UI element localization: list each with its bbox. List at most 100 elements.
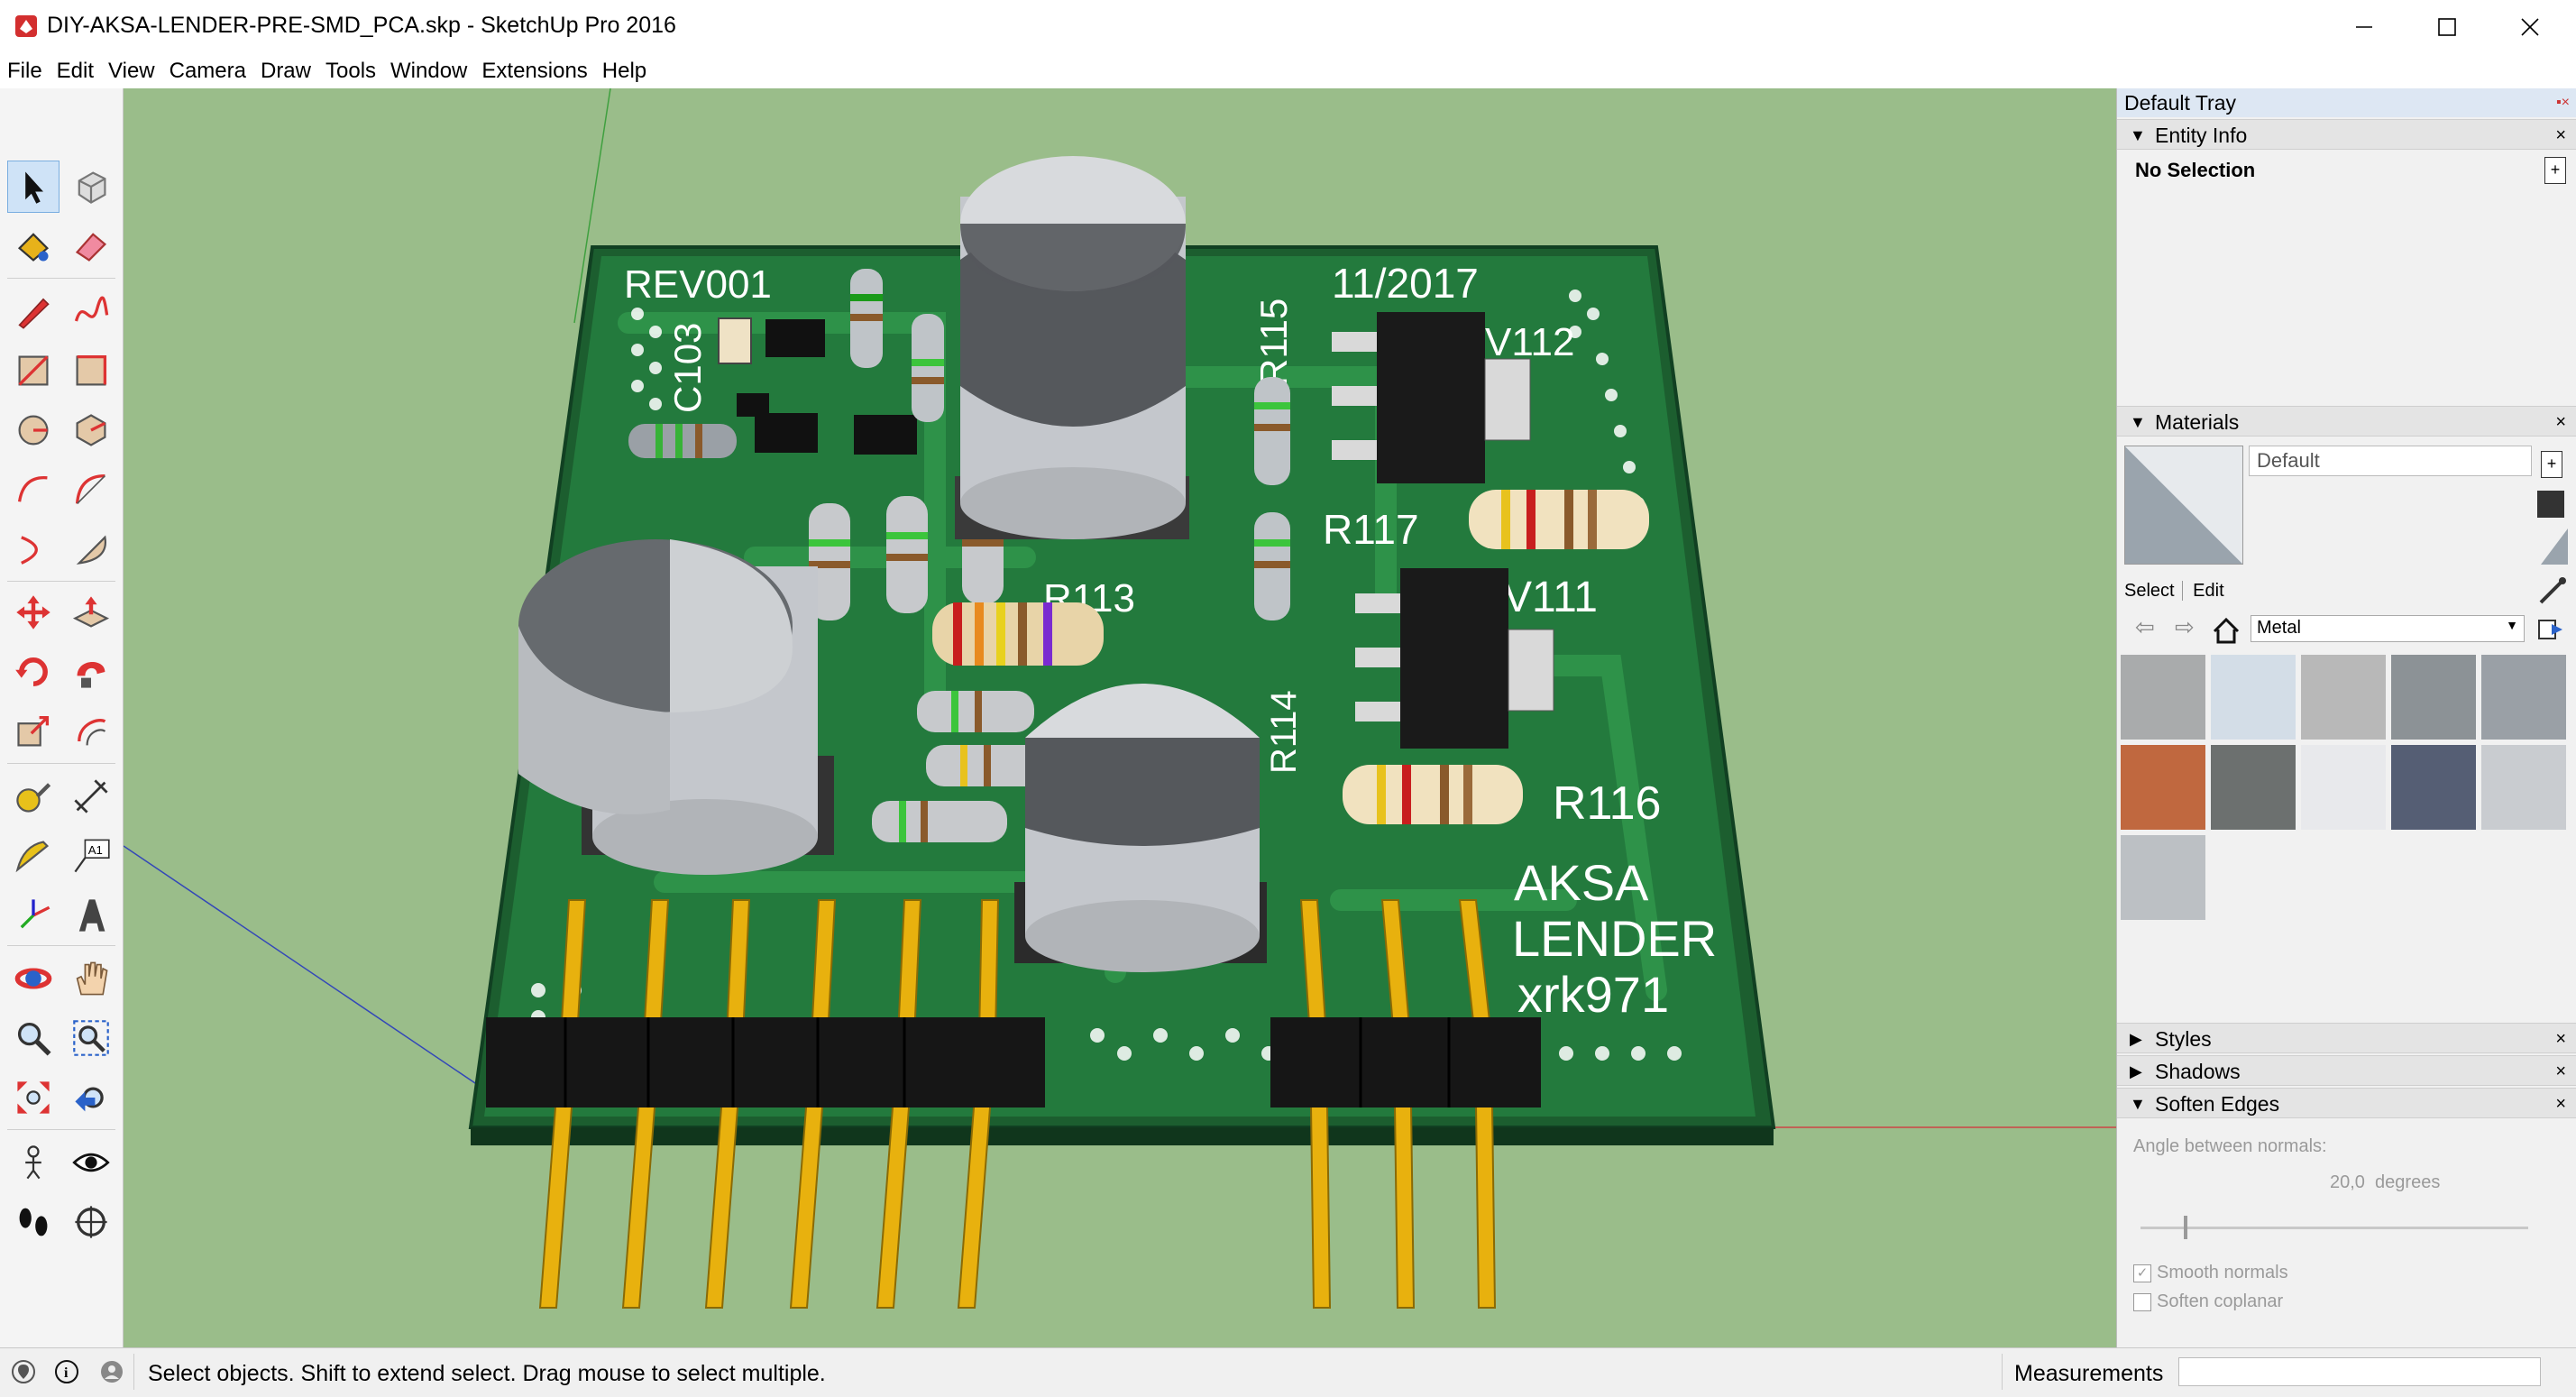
panel-close-icon[interactable]: ×: [2555, 1089, 2566, 1119]
move-button[interactable]: [7, 586, 60, 639]
menu-camera[interactable]: Camera: [162, 54, 253, 88]
soften-edges-header[interactable]: ▼ Soften Edges ×: [2117, 1088, 2576, 1118]
zoom-button[interactable]: [7, 1012, 60, 1064]
material-swatch[interactable]: [2391, 745, 2476, 830]
dimension-button[interactable]: [65, 770, 117, 823]
material-swatch[interactable]: [2301, 745, 2386, 830]
material-swatch[interactable]: [2211, 655, 2296, 740]
3d-text-button[interactable]: [65, 889, 117, 942]
material-swatch[interactable]: [2121, 655, 2205, 740]
panel-close-icon[interactable]: ×: [2555, 407, 2566, 437]
paint-bucket-button[interactable]: [7, 220, 60, 272]
panel-close-icon[interactable]: ×: [2555, 120, 2566, 151]
panel-close-icon[interactable]: ×: [2555, 1056, 2566, 1087]
material-swatch[interactable]: [2301, 655, 2386, 740]
two-point-arc-button[interactable]: [65, 464, 117, 516]
offset-button[interactable]: [65, 705, 117, 758]
menu-help[interactable]: Help: [595, 54, 654, 88]
protractor-button[interactable]: [7, 830, 60, 882]
three-point-arc-button[interactable]: [7, 523, 60, 575]
follow-me-button[interactable]: [65, 646, 117, 698]
close-icon: [2521, 18, 2539, 36]
forward-arrow-icon[interactable]: ⇨: [2175, 613, 2195, 641]
minimize-button[interactable]: [2323, 0, 2406, 54]
create-material-icon[interactable]: +: [2541, 451, 2562, 478]
back-arrow-icon[interactable]: ⇦: [2135, 613, 2155, 641]
menu-tools[interactable]: Tools: [318, 54, 383, 88]
axes-button[interactable]: [7, 889, 60, 942]
material-swatch[interactable]: [2121, 745, 2205, 830]
smooth-normals-checkbox[interactable]: ✓: [2133, 1264, 2151, 1282]
material-library-dropdown[interactable]: Metal ▼: [2251, 615, 2525, 642]
details-arrow-icon[interactable]: [2537, 617, 2564, 642]
position-camera-button[interactable]: [7, 1136, 60, 1189]
angle-slider-track[interactable]: [2141, 1216, 2528, 1239]
credits-icon[interactable]: i: [54, 1359, 79, 1384]
tape-measure-button[interactable]: [7, 770, 60, 823]
circle-icon: [18, 415, 49, 446]
scale-button[interactable]: [7, 705, 60, 758]
default-paint-triangle-icon[interactable]: [2541, 528, 2568, 565]
zoom-extents-button[interactable]: [7, 1071, 60, 1124]
geo-location-icon[interactable]: [11, 1359, 36, 1384]
materials-header[interactable]: ▼ Materials ×: [2117, 406, 2576, 437]
menu-edit[interactable]: Edit: [50, 54, 101, 88]
panel-close-icon[interactable]: ×: [2555, 1024, 2566, 1054]
section-plane-button[interactable]: [65, 1196, 117, 1248]
eraser-button[interactable]: [65, 220, 117, 272]
select-tool-button[interactable]: [7, 161, 60, 213]
material-swatch[interactable]: [2391, 655, 2476, 740]
look-around-button[interactable]: [65, 1136, 117, 1189]
sample-paint-eyedropper-icon[interactable]: [2537, 575, 2568, 606]
material-swatch[interactable]: [2481, 745, 2566, 830]
freehand-button[interactable]: [65, 285, 117, 337]
user-icon[interactable]: [99, 1359, 124, 1384]
tab-edit[interactable]: Edit: [2187, 581, 2223, 601]
paint-cube-icon[interactable]: [2537, 491, 2564, 518]
rotated-rectangle-button[interactable]: [65, 345, 117, 397]
materials-tabs: Select Edit: [2124, 581, 2224, 606]
menu-draw[interactable]: Draw: [253, 54, 318, 88]
material-swatch[interactable]: [2211, 745, 2296, 830]
menu-view[interactable]: View: [101, 54, 162, 88]
entity-info-header[interactable]: ▼ Entity Info ×: [2117, 119, 2576, 150]
polygon-button[interactable]: [65, 404, 117, 456]
line-button[interactable]: [7, 285, 60, 337]
circle-button[interactable]: [7, 404, 60, 456]
model-viewport[interactable]: REV001 11/2017 C103 R115 V112 R117 R113 …: [124, 88, 2116, 1347]
material-swatch[interactable]: [2121, 835, 2205, 920]
push-pull-button[interactable]: [65, 586, 117, 639]
rectangle-button[interactable]: [7, 345, 60, 397]
zoom-window-button[interactable]: [65, 1012, 117, 1064]
measurements-input[interactable]: [2178, 1357, 2541, 1386]
styles-title: Styles: [2155, 1027, 2212, 1051]
home-icon[interactable]: [2213, 617, 2240, 644]
menu-extensions[interactable]: Extensions: [474, 54, 594, 88]
previous-view-button[interactable]: [65, 1071, 117, 1124]
pan-button[interactable]: [65, 952, 117, 1005]
orbit-button[interactable]: [7, 952, 60, 1005]
shadows-header[interactable]: ▶ Shadows ×: [2117, 1055, 2576, 1086]
sketchup-app-icon[interactable]: [14, 14, 38, 38]
tray-pin-close-icon[interactable]: ▪×: [2556, 88, 2570, 117]
arc-button[interactable]: [7, 464, 60, 516]
close-button[interactable]: [2489, 0, 2571, 54]
menu-file[interactable]: File: [0, 54, 50, 88]
menu-window[interactable]: Window: [383, 54, 474, 88]
angle-slider-thumb[interactable]: [2183, 1216, 2187, 1239]
material-swatch[interactable]: [2481, 655, 2566, 740]
tab-select[interactable]: Select: [2124, 581, 2183, 601]
text-button[interactable]: A1: [65, 830, 117, 882]
maximize-button[interactable]: [2406, 0, 2489, 54]
tray-header: Default Tray ▪×: [2117, 88, 2576, 117]
styles-header[interactable]: ▶ Styles ×: [2117, 1023, 2576, 1053]
walk-button[interactable]: [7, 1196, 60, 1248]
soften-coplanar-checkbox[interactable]: [2133, 1293, 2151, 1311]
material-name-field[interactable]: [2249, 446, 2532, 476]
entity-info-body: No Selection +: [2117, 150, 2576, 191]
make-component-button[interactable]: [65, 161, 117, 213]
details-toggle-icon[interactable]: +: [2544, 157, 2566, 184]
pie-button[interactable]: [65, 523, 117, 575]
rotate-button[interactable]: [7, 646, 60, 698]
arc-icon: [17, 476, 48, 502]
